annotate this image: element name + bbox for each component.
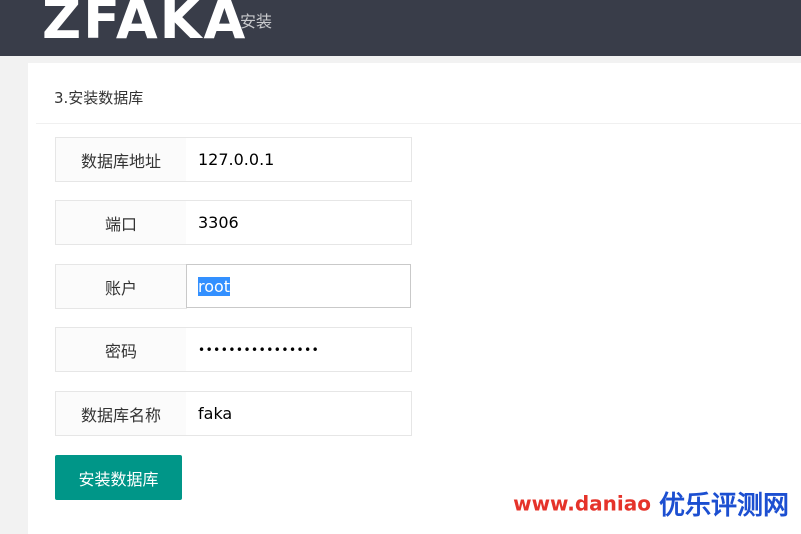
form-row-dbname: 数据库名称 xyxy=(55,391,413,436)
user-input[interactable] xyxy=(186,264,411,308)
watermark-brand: 优乐评测网 xyxy=(658,491,789,521)
port-label: 端口 xyxy=(55,200,187,245)
app-logo[interactable]: ZFAKA xyxy=(42,0,247,53)
form-row-password: 密码 xyxy=(55,327,413,372)
host-label: 数据库地址 xyxy=(55,137,187,182)
password-label: 密码 xyxy=(55,327,187,372)
nav-item-install[interactable]: 安装 xyxy=(240,8,272,32)
install-database-button[interactable]: 安装数据库 xyxy=(55,455,182,500)
host-input[interactable] xyxy=(186,137,412,182)
dbname-label: 数据库名称 xyxy=(55,391,187,436)
password-input[interactable] xyxy=(186,327,412,372)
title-divider xyxy=(36,123,801,124)
dbname-input[interactable] xyxy=(186,391,412,436)
watermark: www.daniao 优乐评测网 xyxy=(513,485,789,522)
port-input[interactable] xyxy=(186,200,412,245)
form-row-port: 端口 xyxy=(55,200,413,245)
watermark-url: www.daniao xyxy=(513,491,651,516)
top-header: ZFAKA 安装 xyxy=(0,0,801,56)
step-title: 3.安装数据库 xyxy=(54,89,144,107)
install-panel: 3.安装数据库 数据库地址 端口 账户 密码 数据库名称 安装数据库 xyxy=(28,63,801,534)
form-row-host: 数据库地址 xyxy=(55,137,413,182)
user-label: 账户 xyxy=(55,264,187,309)
form-row-user: 账户 xyxy=(55,264,413,309)
